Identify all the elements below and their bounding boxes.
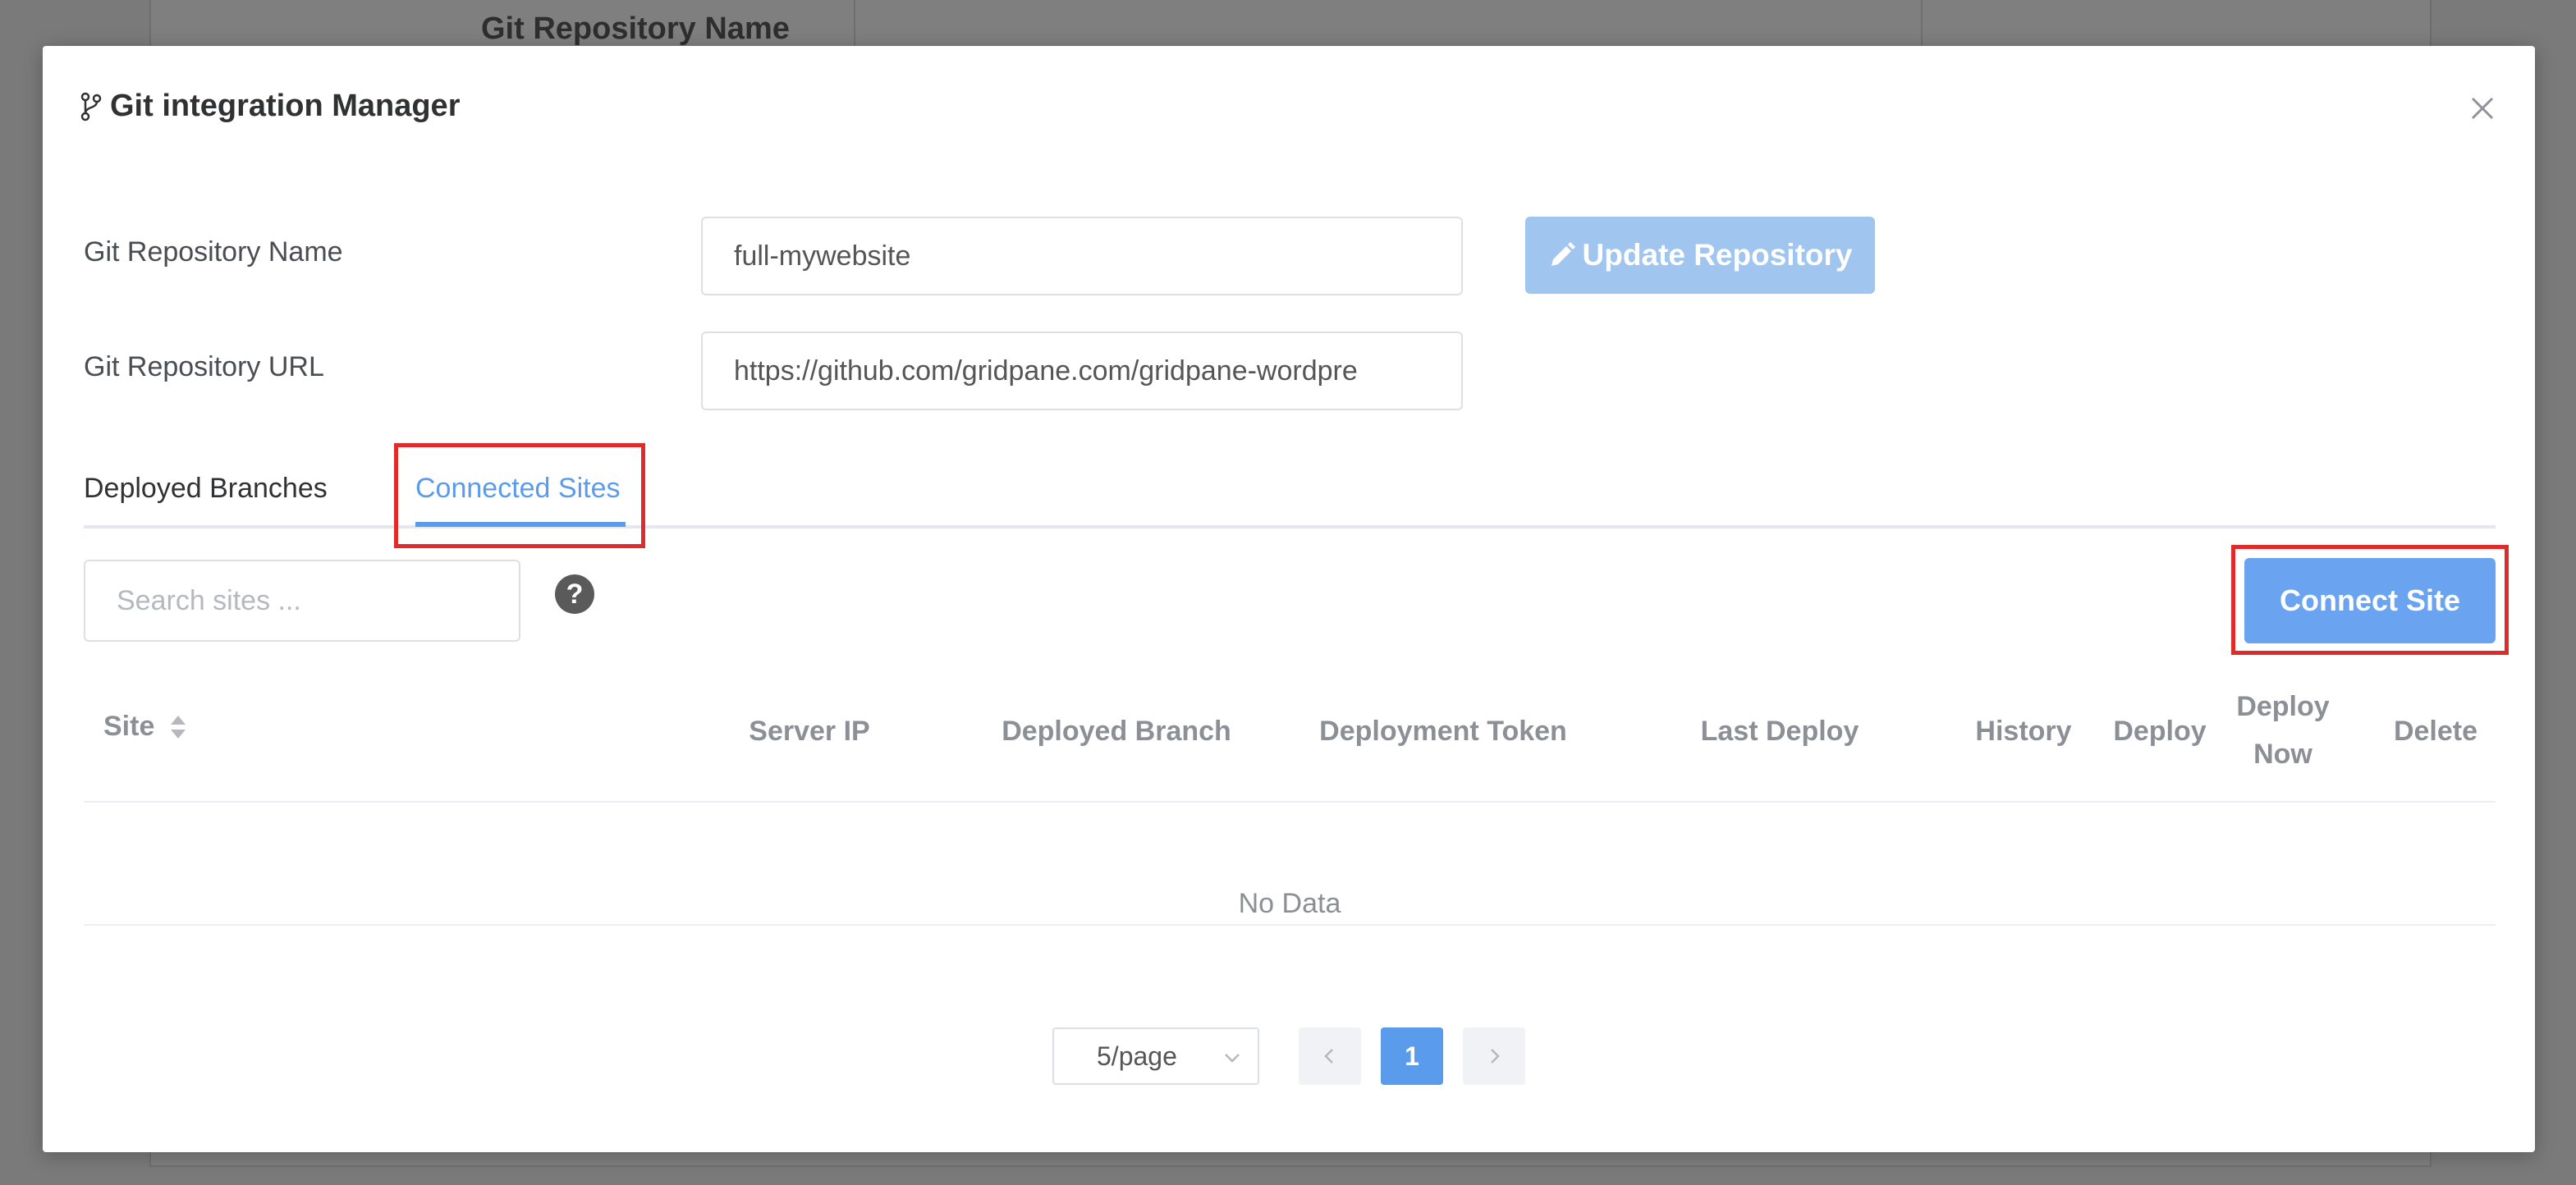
sort-icon[interactable] — [167, 712, 189, 742]
close-icon[interactable] — [2469, 95, 2496, 121]
modal-title: Git integration Manager — [80, 89, 460, 124]
repo-url-label: Git Repository URL — [84, 351, 324, 382]
column-header-deployment-token: Deployment Token — [1319, 716, 1567, 747]
connect-site-button[interactable]: Connect Site — [2244, 558, 2496, 643]
git-integration-modal: Git integration Manager Git Repository N… — [43, 46, 2535, 1152]
table-header-divider — [84, 801, 2496, 803]
column-header-deploy-now: Deploy Now — [2236, 691, 2330, 770]
repo-name-label: Git Repository Name — [84, 236, 343, 268]
column-header-history: History — [1975, 716, 2072, 747]
background-heading: Git Repository Name — [481, 11, 790, 46]
chevron-down-icon — [1225, 1054, 1240, 1063]
update-repository-button[interactable]: Update Repository — [1525, 217, 1875, 294]
next-page-button[interactable] — [1463, 1027, 1525, 1085]
search-sites-input[interactable] — [84, 560, 520, 642]
repo-url-input[interactable] — [701, 332, 1463, 410]
page-size-value: 5/page — [1097, 1041, 1177, 1071]
column-header-deploy: Deploy — [2113, 716, 2207, 747]
page-number-current[interactable]: 1 — [1381, 1027, 1443, 1085]
column-header-last-deploy: Last Deploy — [1700, 716, 1859, 747]
repo-name-input[interactable] — [701, 217, 1463, 295]
tab-deployed-branches[interactable]: Deployed Branches — [84, 473, 328, 505]
column-header-deployed-branch: Deployed Branch — [1002, 716, 1231, 747]
help-icon[interactable]: ? — [555, 574, 594, 614]
page-size-select[interactable]: 5/page — [1052, 1027, 1259, 1085]
table-bottom-divider — [84, 924, 2496, 926]
modal-title-text: Git integration Manager — [110, 89, 461, 123]
column-header-server-ip: Server IP — [749, 716, 870, 747]
chevron-right-icon — [1491, 1049, 1500, 1064]
update-repository-label: Update Repository — [1582, 238, 1853, 272]
table-empty-text: No Data — [1238, 888, 1341, 919]
chevron-left-icon — [1324, 1049, 1333, 1064]
git-branch-icon — [80, 92, 102, 121]
background-divider — [1921, 0, 1923, 49]
prev-page-button[interactable] — [1299, 1027, 1361, 1085]
highlight-box-connected-sites — [394, 443, 645, 548]
background-divider — [854, 0, 855, 49]
column-header-delete: Delete — [2393, 716, 2478, 747]
pencil-icon — [1551, 242, 1575, 266]
column-header-site[interactable]: Site — [103, 702, 154, 750]
